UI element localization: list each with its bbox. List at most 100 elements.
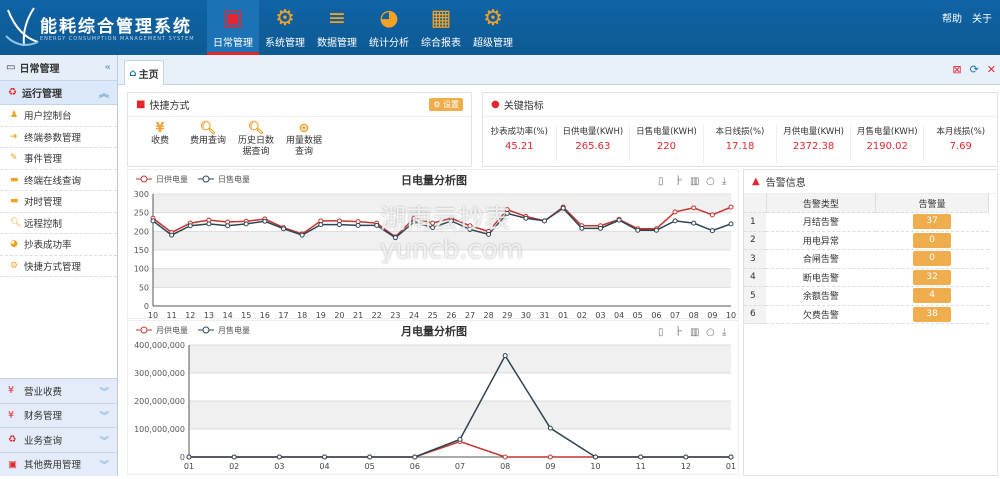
line-chart-icon[interactable]: ⺊ (674, 174, 684, 187)
sidebar-item[interactable]: ♟ 用户控制台 (0, 105, 117, 127)
x-tick-label: 10 (590, 462, 600, 471)
close-tabs-icon[interactable]: ⊠ (952, 63, 961, 76)
tab-home[interactable]: ⌂ 主页 (124, 60, 164, 85)
download-icon[interactable]: ⤓ (722, 327, 727, 338)
data-point (502, 353, 508, 359)
chart-title: 月电量分析图 (400, 324, 467, 338)
sidebar-group[interactable]: ▣ 其他费用管理 ︾ (0, 451, 117, 476)
x-tick-label: 10 (148, 311, 158, 320)
bar-chart-icon[interactable]: ▥ (690, 176, 699, 187)
monthly-chart-panel: 0 100,000,000 200,000,000 300,000,000 400,00… (127, 320, 739, 475)
legend-item[interactable]: 月售电量 (198, 325, 250, 335)
table-row[interactable]: 4 断电告警 32 (744, 268, 989, 287)
legend-item[interactable]: 日供电量 (136, 174, 188, 184)
data-view-icon[interactable]: ▯ (658, 327, 664, 338)
data-point (169, 232, 175, 238)
x-tick-label: 01 (726, 462, 736, 471)
shortcut-item[interactable]: ¥ 收费 (140, 121, 180, 147)
about-link[interactable]: 关于 (972, 14, 992, 25)
sidebar-group-run[interactable]: ♻ 运行管理 ︽ (0, 81, 117, 105)
shortcut-item[interactable]: 🔍︎ 历史日数据查询 (236, 121, 276, 158)
sidebar-item[interactable]: ▬ 对时管理 (0, 191, 117, 213)
y-tick-label: 250 (134, 209, 149, 218)
kpi-item: 日售电量(KWH) 220 (630, 125, 704, 163)
x-tick-label: 29 (502, 311, 512, 320)
data-point (709, 228, 715, 234)
sidebar-group[interactable]: ♻ 业务查询 ︾ (0, 427, 117, 452)
x-tick-label: 20 (334, 311, 344, 320)
restore-icon[interactable]: ○ (706, 327, 715, 338)
watermark: 湖南云抄表 yuncb.com (380, 205, 523, 265)
sidebar-group[interactable]: ¥ 财务管理 ︾ (0, 402, 117, 427)
legend-item[interactable]: 日售电量 (198, 174, 250, 184)
x-tick-label: 04 (319, 462, 329, 471)
y-tick-label: 200,000,000 (134, 397, 185, 406)
table-row[interactable]: 2 用电异常 0 (744, 231, 989, 250)
warning-icon: ▲ (752, 176, 760, 187)
pie-icon: ◕ (10, 239, 18, 250)
line-chart-icon[interactable]: ⺊ (674, 325, 684, 338)
restore-icon[interactable]: ○ (706, 176, 715, 187)
nav-4[interactable]: ▦ 综合报表 (415, 0, 467, 55)
help-link[interactable]: 帮助 (942, 14, 962, 25)
app-title: 能耗综合管理系统 (40, 17, 192, 37)
count-badge: 0 (913, 232, 952, 248)
data-point (672, 209, 678, 215)
nav-0[interactable]: ▣ 日常管理 (207, 0, 259, 55)
x-tick-label: 14 (222, 311, 232, 320)
sidebar-item[interactable]: ➜ 终端参数管理 (0, 127, 117, 148)
sidebar-title: 日常管理 (19, 64, 60, 75)
nav-3[interactable]: ◕ 统计分析 (363, 0, 415, 55)
data-view-icon[interactable]: ▯ (658, 176, 664, 187)
x-tick-label: 28 (484, 311, 494, 320)
chevron-down-icon: ︾ (99, 411, 109, 423)
collapse-sidebar-button[interactable]: « (105, 62, 111, 73)
table-row[interactable]: 3 合闸告警 0 (744, 249, 989, 269)
y-tick-label: 300 (134, 190, 149, 199)
x-tick-label: 03 (274, 462, 284, 471)
sidebar-item[interactable]: 🔍︎ 远程控制 (0, 213, 117, 234)
sidebar-group[interactable]: ¥ 营业收费 ︾ (0, 378, 117, 403)
y-tick-label: 150 (134, 246, 149, 255)
calendar-icon: ▣ (8, 458, 17, 470)
legend-item[interactable]: 月供电量 (136, 325, 188, 335)
sidebar-item[interactable]: ✎ 事件管理 (0, 148, 117, 170)
bar-chart-icon[interactable]: ▥ (690, 327, 699, 338)
x-tick-label: 11 (167, 311, 177, 320)
x-tick-label: 02 (229, 462, 239, 471)
x-tick-label: 13 (204, 311, 214, 320)
user-icon: ♟ (10, 110, 19, 121)
yen-icon: ¥ (8, 409, 15, 421)
x-tick-label: 04 (614, 311, 624, 320)
x-tick-label: 10 (726, 311, 736, 320)
grid-band (153, 268, 731, 288)
table-row[interactable]: 1 月结告警 37 (744, 212, 989, 232)
close-icon[interactable]: ✕ (987, 63, 996, 76)
svg-text:日售电量: 日售电量 (218, 174, 250, 184)
settings-button[interactable]: ⚙ 设置 (429, 98, 463, 111)
data-point (262, 218, 268, 224)
download-icon[interactable]: ⤓ (722, 176, 727, 187)
sidebar-item[interactable]: ⚙ 快捷方式管理 (0, 256, 117, 277)
table-row[interactable]: 5 余额告警 4 (744, 286, 989, 306)
data-point (318, 222, 324, 228)
svg-text:月供电量: 月供电量 (156, 325, 188, 335)
nav-2[interactable]: ≡ 数据管理 (311, 0, 363, 55)
app-subtitle: ENERGY CONSUMPTION MANAGEMENT SYSTEM (40, 36, 195, 42)
sidebar-item[interactable]: ◕ 抄表成功率 (0, 234, 117, 256)
kpi-item: 抄表成功率(%) 45.21 (483, 125, 557, 163)
nav-1[interactable]: ⚙ 系统管理 (259, 0, 311, 55)
data-point (243, 221, 249, 227)
nav-5[interactable]: ⚙ 超级管理 (467, 0, 519, 55)
shortcut-item[interactable]: 🔍︎ 费用查询 (188, 121, 228, 147)
kpi-item: 本日线损(%) 17.18 (704, 125, 778, 163)
shortcut-item[interactable]: ⊕ 用量数据查询 (284, 121, 324, 158)
refresh-icon[interactable]: ⟳ (970, 63, 979, 76)
count-badge: 4 (913, 288, 952, 304)
svg-text:日供电量: 日供电量 (156, 174, 188, 184)
chevron-up-icon: ︽ (99, 89, 109, 100)
database-icon: ≡ (327, 6, 347, 31)
sidebar-item[interactable]: ▬ 终端在线查询 (0, 170, 117, 191)
table-row[interactable]: 6 欠费告警 38 (744, 305, 989, 324)
x-tick-label: 15 (241, 311, 251, 320)
